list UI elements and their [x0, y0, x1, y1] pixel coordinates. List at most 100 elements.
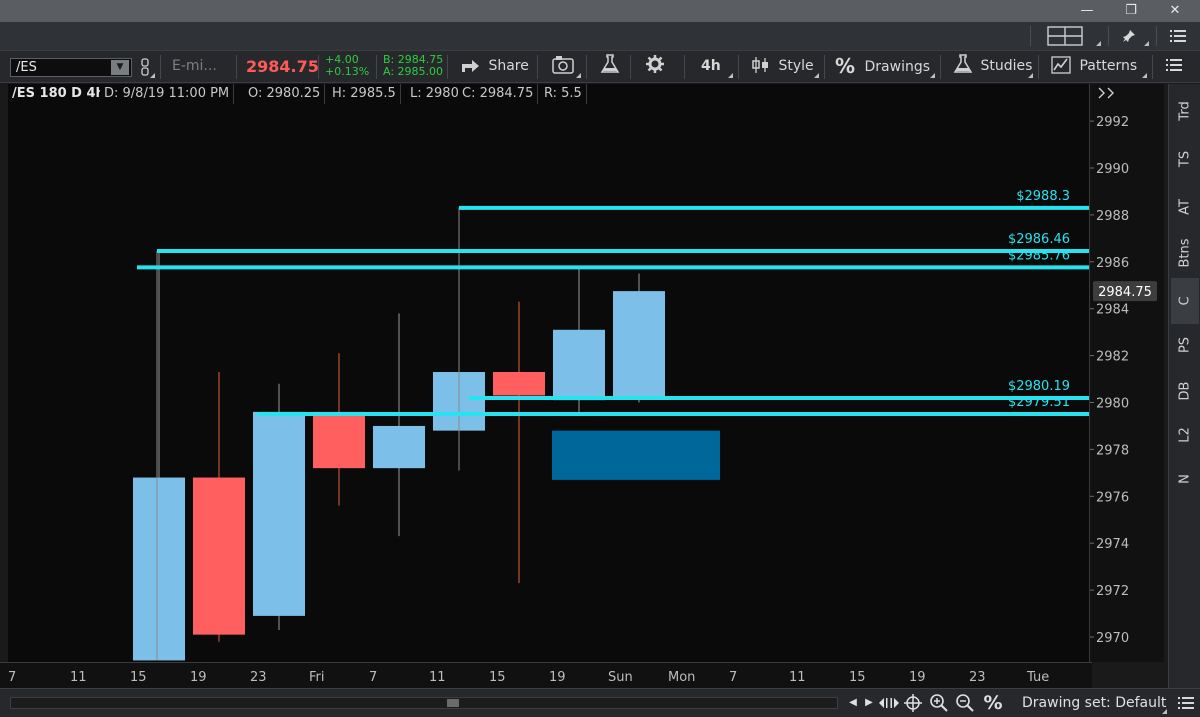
- divider: [630, 55, 631, 79]
- divider: [160, 55, 161, 79]
- style-button[interactable]: Style: [751, 51, 814, 82]
- studies-label: Studies: [980, 58, 1033, 74]
- time-tick-label: 23: [250, 670, 267, 685]
- share-icon: [462, 60, 479, 72]
- symbol-selector[interactable]: /ES ▼: [10, 58, 132, 77]
- price-tick-label: 2970: [1096, 631, 1129, 646]
- side-tab-c[interactable]: C: [1171, 278, 1199, 324]
- scroll-right-icon[interactable]: ▶: [862, 691, 876, 715]
- side-tab-label: N: [1177, 474, 1193, 484]
- side-tab-ps[interactable]: PS: [1171, 322, 1199, 368]
- side-tab-at[interactable]: AT: [1171, 184, 1199, 230]
- time-tick-label: Mon: [668, 670, 695, 685]
- dropdown-corner-icon: [1028, 73, 1033, 78]
- drawings-button[interactable]: % Drawings: [835, 51, 930, 82]
- divider: [1152, 55, 1153, 79]
- scroll-left-icon[interactable]: ◀: [846, 691, 860, 715]
- price-chart[interactable]: $2988.3 $2986.46 $2985.76 $2980.19 $2979.51: [8, 84, 1089, 662]
- patterns-label: Patterns: [1079, 58, 1138, 74]
- side-tab-n[interactable]: N: [1171, 456, 1199, 502]
- candle-body: [613, 291, 665, 397]
- expand-horizontal-icon[interactable]: [878, 691, 900, 715]
- timeframe-selector[interactable]: 4h: [701, 51, 721, 82]
- zoom-out-icon[interactable]: [954, 691, 976, 715]
- candle-body: [253, 411, 305, 616]
- dropdown-corner-icon: [728, 73, 733, 78]
- menu-icon[interactable]: [1176, 691, 1196, 715]
- price-level-label: $2980.19: [1008, 379, 1070, 394]
- time-tick-label: 7: [369, 670, 377, 685]
- symbol-description: E-mi...: [172, 58, 217, 74]
- time-tick-label: 11: [429, 670, 446, 685]
- thinkback-button[interactable]: [600, 51, 620, 82]
- divider: [1156, 26, 1157, 46]
- settings-button[interactable]: [645, 51, 665, 82]
- bullish-candle: [613, 273, 665, 403]
- dropdown-corner-icon: [1162, 709, 1167, 714]
- close-button[interactable]: ✕: [1152, 0, 1198, 22]
- bullish-candle: [253, 383, 305, 630]
- divider: [376, 55, 377, 79]
- side-tab-db[interactable]: DB: [1171, 368, 1199, 414]
- chevron-down-icon[interactable]: ▼: [111, 60, 129, 75]
- time-axis-scale: 7 11 15 19 23 Fri 7 11 15 19 Sun Mon 7 11 15 19 23 Tue: [8, 670, 1049, 685]
- scrollbar-thumb[interactable]: [447, 699, 459, 707]
- time-tick-label: 19: [549, 670, 566, 685]
- time-tick-label: 15: [130, 670, 147, 685]
- time-tick-label: 15: [489, 670, 506, 685]
- symbol-value: /ES: [16, 60, 37, 75]
- snapshot-button[interactable]: [552, 51, 574, 82]
- time-axis[interactable]: 7 11 15 19 23 Fri 7 11 15 19 Sun Mon 7 11 15 19 23 Tue: [0, 662, 1092, 688]
- price-level-label: $2985.76: [1008, 248, 1070, 263]
- side-tab-l2[interactable]: L2: [1171, 412, 1199, 458]
- price-tick-label: 2976: [1096, 490, 1129, 505]
- bar-date: D: 9/8/19 11:00 PM: [100, 84, 235, 104]
- time-tick-label: Sun: [608, 670, 633, 685]
- window-menu-button[interactable]: [1162, 22, 1194, 50]
- zoom-in-icon[interactable]: [928, 691, 950, 715]
- chart-menu-button[interactable]: [1166, 51, 1182, 82]
- time-tick-label: 11: [789, 670, 806, 685]
- candle-body: [193, 477, 245, 635]
- price-tick-label: 2986: [1096, 256, 1129, 271]
- side-tab-label: PS: [1177, 336, 1193, 354]
- horizontal-scrollbar[interactable]: [10, 697, 838, 709]
- grid-layout-icon: [1047, 26, 1083, 46]
- restore-button[interactable]: ❐: [1108, 0, 1154, 22]
- pin-button[interactable]: [1116, 22, 1142, 50]
- dropdown-corner-icon: [1144, 41, 1149, 46]
- price-tick-label: 2972: [1096, 584, 1129, 599]
- drawing-set-selector[interactable]: Drawing set: Default: [1022, 691, 1166, 715]
- dropdown-corner-icon: [576, 73, 581, 78]
- dropdown-corner-icon: [930, 73, 935, 78]
- bid-ask-block: B: 2984.75 A: 2985.00: [383, 54, 443, 78]
- price-tick-label: 2984: [1096, 303, 1129, 318]
- link-icon: [141, 58, 149, 76]
- share-button[interactable]: Share: [460, 51, 529, 82]
- collapse-axis-icon[interactable]: [1098, 87, 1114, 99]
- share-label: Share: [488, 58, 529, 74]
- side-tab-btns[interactable]: Btns: [1171, 230, 1199, 276]
- grid-layout-button[interactable]: [1036, 22, 1094, 50]
- candle-body: [373, 425, 425, 469]
- last-price-label: 2984.75: [1098, 285, 1152, 300]
- percent-change: +0.13%: [325, 65, 370, 78]
- price-axis[interactable]: 2970 2972 2974 2976 2978 2980 2982 2984 2986 2988…: [1089, 84, 1164, 662]
- layout-toolbar: [0, 22, 1200, 50]
- patterns-button[interactable]: Patterns: [1051, 51, 1137, 82]
- side-tab-ts[interactable]: TS: [1171, 136, 1199, 182]
- bullish-candle: [373, 313, 425, 537]
- side-tab-label: TS: [1177, 150, 1193, 168]
- studies-button[interactable]: Studies: [953, 51, 1032, 82]
- side-tab-trd[interactable]: Trd: [1171, 88, 1199, 134]
- crosshair-icon[interactable]: [902, 691, 924, 715]
- percent-view-icon[interactable]: %: [982, 691, 1004, 715]
- flask-icon: [600, 54, 620, 73]
- minimize-button[interactable]: —: [1064, 0, 1110, 22]
- price-tick-label: 2978: [1096, 443, 1129, 458]
- price-tick-label: 2980: [1096, 397, 1129, 412]
- last-price-marker: 2984.75: [1093, 281, 1157, 302]
- side-tab-label: C: [1177, 296, 1193, 306]
- side-panel-tabs: Trd TS AT Btns C PS DB L2 N: [1168, 84, 1200, 688]
- divider: [1038, 55, 1039, 79]
